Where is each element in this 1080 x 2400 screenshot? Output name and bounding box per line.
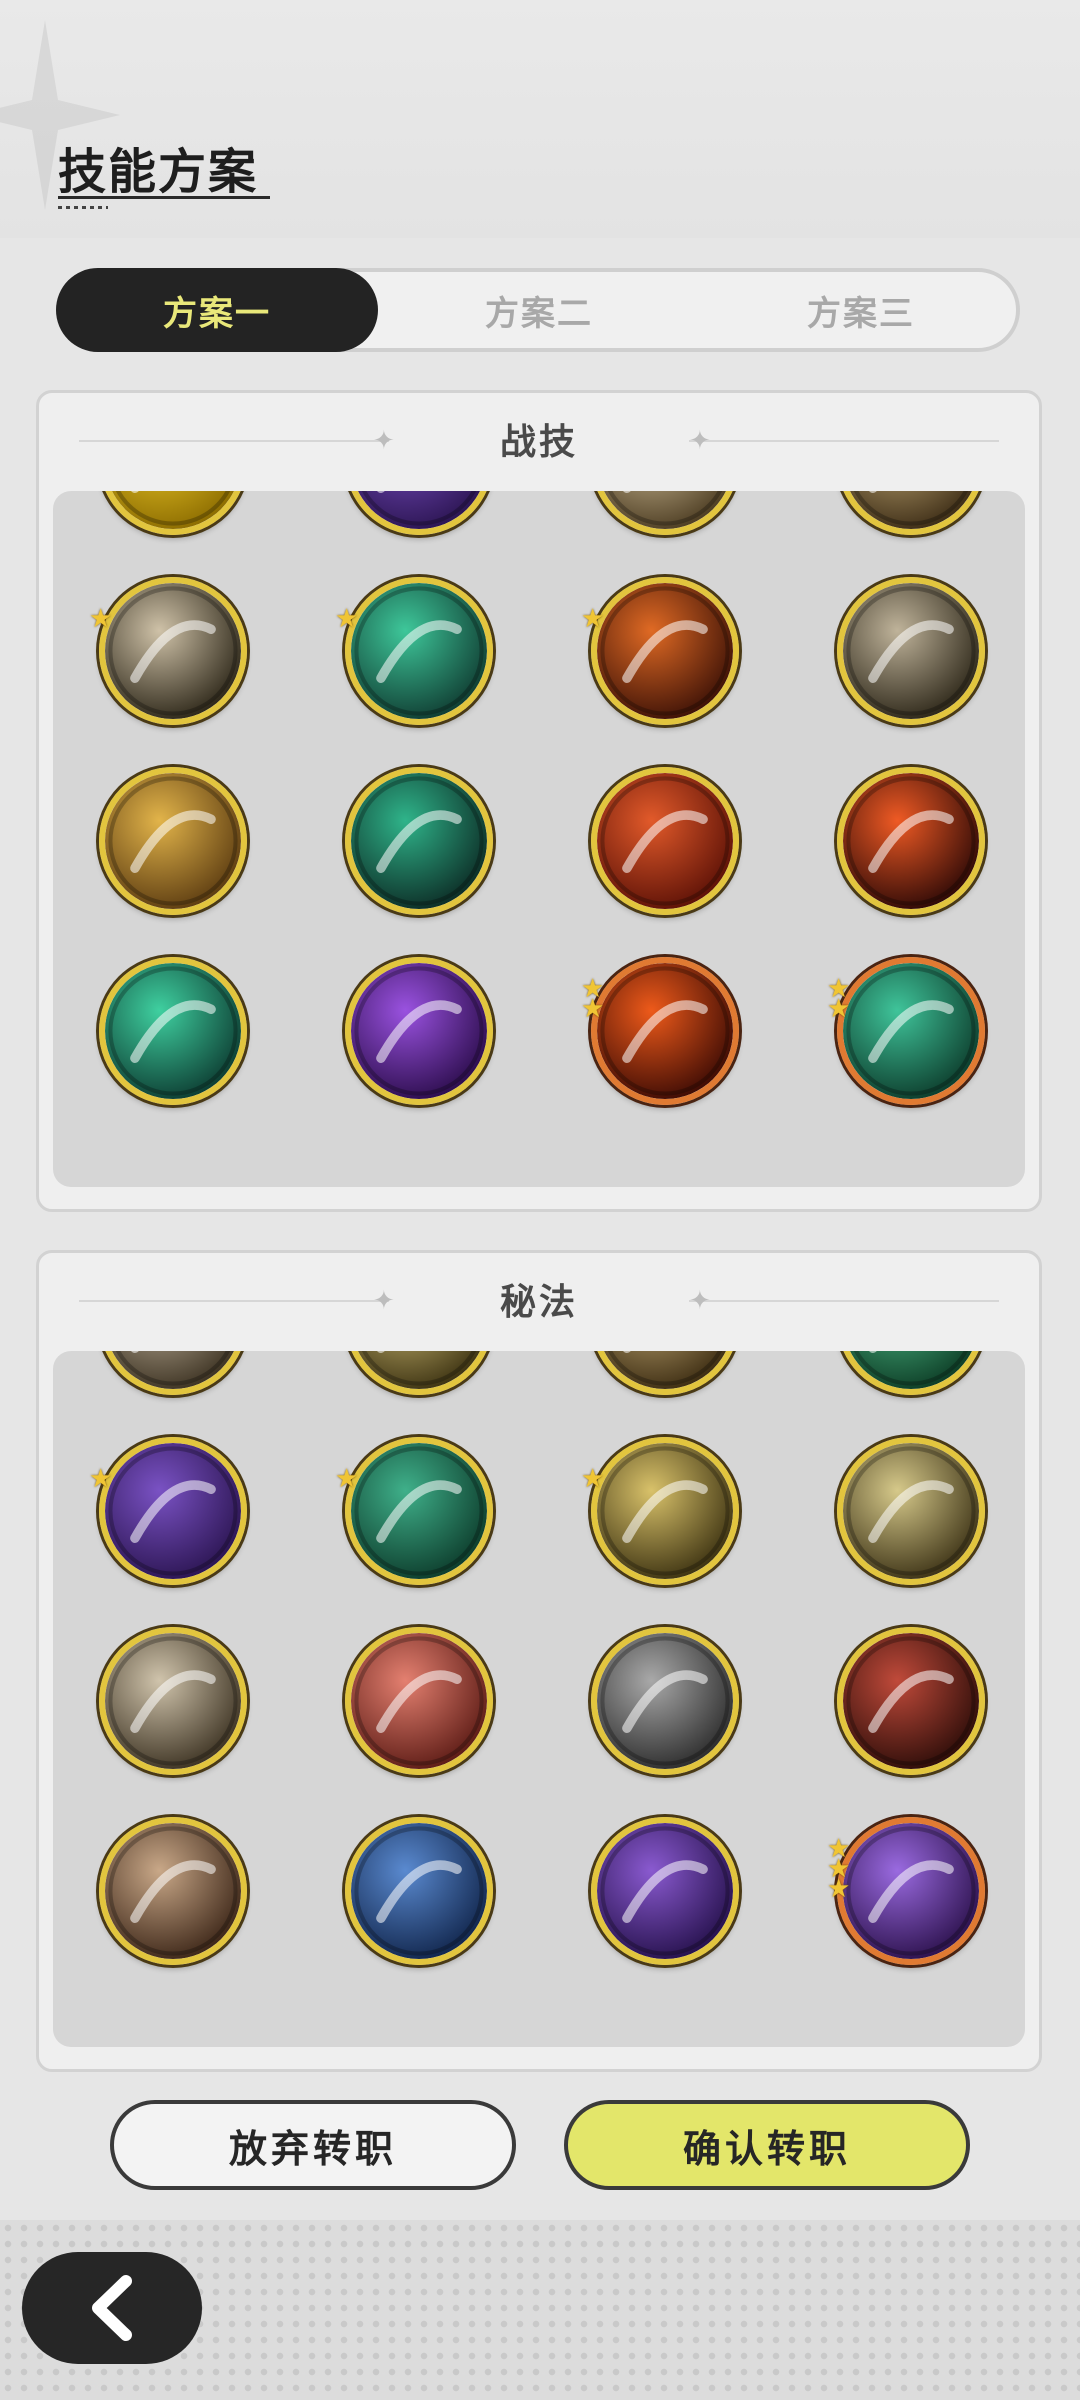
heart-plus-icon[interactable] xyxy=(837,1351,985,1395)
combat-skills-grid[interactable]: ★★★★★★★★★★★ xyxy=(53,491,1025,1187)
abandon-job-change-button[interactable]: 放弃转职 xyxy=(110,2100,516,2190)
fire-swirl-icon[interactable] xyxy=(591,957,739,1105)
rank-star-icon: ★ xyxy=(581,1463,605,1493)
eye-icon[interactable] xyxy=(837,1437,985,1585)
flame-icon[interactable] xyxy=(591,577,739,725)
red-armor-icon[interactable] xyxy=(837,1627,985,1775)
light-slash-icon[interactable] xyxy=(591,491,739,535)
combat-skills-title: 战技 xyxy=(499,421,578,462)
rank-star-icon: ★ xyxy=(581,993,605,1023)
secret-arts-title: 秘法 xyxy=(499,1281,578,1322)
beast-icon[interactable] xyxy=(99,1437,247,1585)
page-header: 技能方案 xyxy=(0,0,1080,238)
golden-shield-icon[interactable] xyxy=(99,491,247,535)
emerald-sword-icon[interactable] xyxy=(345,577,493,725)
combat-skills-panel: ✦ ✦ 战技 ★★★★★★★★★★★ xyxy=(36,390,1042,1212)
golden-whirl-icon[interactable] xyxy=(99,767,247,915)
fire-arc-icon[interactable] xyxy=(837,767,985,915)
rank-star-icon: ★ xyxy=(335,603,359,633)
purple-orb-icon[interactable] xyxy=(837,1817,985,1965)
shield-warrior-icon[interactable] xyxy=(591,1627,739,1775)
rank-star-icon: ★ xyxy=(335,1463,359,1493)
heal-circle-icon[interactable] xyxy=(345,1437,493,1585)
title-underline xyxy=(58,196,270,199)
dark-figure-icon[interactable] xyxy=(345,1351,493,1395)
plan-tabs: 方案一 方案二 方案三 xyxy=(56,268,1020,352)
tab-plan-3[interactable]: 方案三 xyxy=(700,268,1022,352)
heart-shield-icon[interactable] xyxy=(99,1817,247,1965)
panel-header: ✦ ✦ 战技 xyxy=(39,393,1039,483)
rank-star-icon: ★ xyxy=(89,1463,113,1493)
meditate-icon[interactable] xyxy=(591,1437,739,1585)
tab-plan-1[interactable]: 方案一 xyxy=(56,268,378,352)
blue-crystal-icon[interactable] xyxy=(345,1817,493,1965)
tab-plan-2[interactable]: 方案二 xyxy=(378,268,700,352)
rank-star-icon: ★ xyxy=(89,603,113,633)
blade-icon[interactable] xyxy=(99,1627,247,1775)
purple-claw-icon[interactable] xyxy=(345,491,493,535)
back-button[interactable] xyxy=(22,2252,202,2364)
green-rise-icon[interactable] xyxy=(99,957,247,1105)
purple-ghost-icon[interactable] xyxy=(345,957,493,1105)
red-sword-icon[interactable] xyxy=(345,1627,493,1775)
fire-emblem-icon[interactable] xyxy=(591,767,739,915)
title-dots xyxy=(58,206,108,209)
rank-star-icon: ★ xyxy=(581,603,605,633)
secret-arts-grid[interactable]: ★ ★ ★ ★ ★ ★ xyxy=(53,1351,1025,2047)
back-arrow-icon xyxy=(92,2275,132,2341)
page-title: 技能方案 xyxy=(58,146,259,199)
compass-icon[interactable] xyxy=(591,1351,739,1395)
bone-spear-icon[interactable] xyxy=(837,491,985,535)
purple-silhouette-icon[interactable] xyxy=(591,1817,739,1965)
sword-rune-icon[interactable] xyxy=(99,1351,247,1395)
panel-header: ✦ ✦ 秘法 xyxy=(39,1253,1039,1343)
rank-star-icon: ★ xyxy=(827,993,851,1023)
teal-crescent-icon[interactable] xyxy=(345,767,493,915)
rank-star-icon: ★ xyxy=(827,1873,851,1903)
warrior-strike-icon[interactable] xyxy=(99,577,247,725)
secret-arts-panel: ✦ ✦ 秘法 ★ ★ ★ ★ ★ ★ xyxy=(36,1250,1042,2072)
wind-slash-icon[interactable] xyxy=(837,577,985,725)
confirm-job-change-button[interactable]: 确认转职 xyxy=(564,2100,970,2190)
green-vortex-icon[interactable] xyxy=(837,957,985,1105)
